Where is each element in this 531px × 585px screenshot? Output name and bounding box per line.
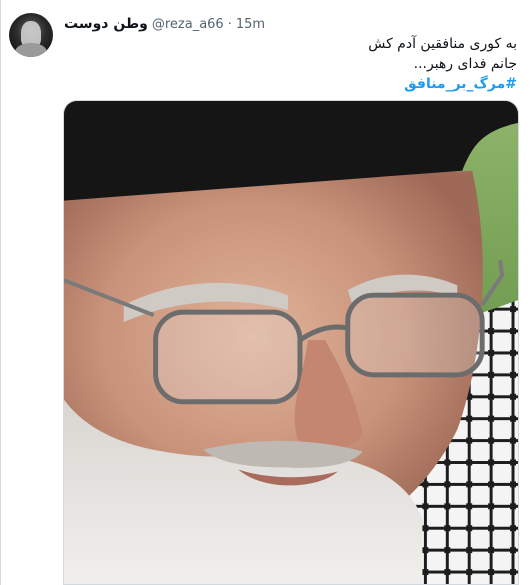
- header-separator: ·: [227, 16, 232, 32]
- tweet-text: به کوری منافقین آدم کش جانم فدای رهبر...…: [77, 34, 517, 94]
- avatar-shoulders: [15, 43, 47, 57]
- avatar[interactable]: [9, 13, 53, 57]
- tweet-text-line-2: جانم فدای رهبر...: [413, 56, 517, 72]
- tweet-header: وطن دوست @reza_a66 · 15m: [64, 14, 265, 34]
- photo-image: [64, 101, 518, 584]
- tweet-text-line-1: به کوری منافقین آدم کش: [368, 36, 517, 52]
- author-display-name[interactable]: وطن دوست: [64, 16, 148, 32]
- author-handle[interactable]: @reza_a66: [152, 17, 224, 32]
- tweet-card[interactable]: وطن دوست @reza_a66 · 15m به کوری منافقین…: [0, 0, 531, 585]
- tweet-photo[interactable]: [63, 100, 519, 585]
- tweet-timestamp[interactable]: 15m: [236, 17, 265, 32]
- hashtag-link[interactable]: #مرگ_بر_منافق: [77, 74, 517, 94]
